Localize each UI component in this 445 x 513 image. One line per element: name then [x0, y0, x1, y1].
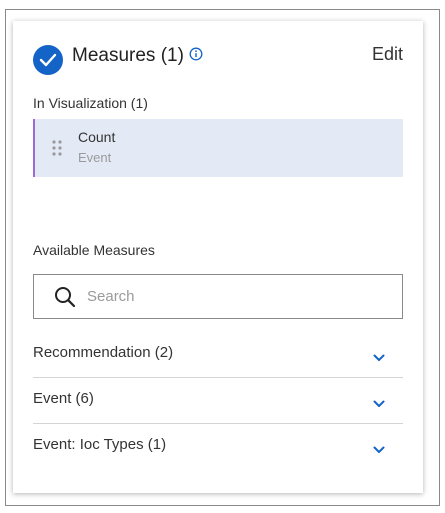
accordion-label: Event: Ioc Types (1)	[33, 436, 167, 453]
search-input[interactable]	[87, 282, 387, 310]
chevron-down-icon[interactable]	[373, 441, 385, 453]
chevron-down-icon[interactable]	[373, 349, 385, 361]
measures-panel: Measures (1) Edit In Visualization (1) C…	[13, 21, 423, 493]
accordion-event[interactable]: Event (6)	[33, 378, 403, 424]
in-visualization-label: In Visualization (1)	[33, 95, 148, 111]
accordion-event-ioc-types[interactable]: Event: Ioc Types (1)	[33, 424, 403, 470]
available-measures-label: Available Measures	[33, 242, 155, 258]
edit-button[interactable]: Edit	[372, 43, 403, 65]
info-icon[interactable]	[189, 47, 203, 61]
measure-name: Count	[78, 129, 116, 145]
visualization-measure-item[interactable]: Count Event	[33, 119, 403, 177]
measure-source: Event	[78, 150, 112, 165]
accordion-label: Recommendation (2)	[33, 344, 174, 361]
check-circle-icon[interactable]	[33, 45, 63, 75]
accordion-label: Event (6)	[33, 390, 94, 407]
drag-handle-icon[interactable]	[51, 139, 63, 157]
measure-search-box[interactable]	[33, 274, 403, 319]
measures-title: Measures (1)	[72, 45, 184, 66]
accordion-recommendation[interactable]: Recommendation (2)	[33, 332, 403, 378]
search-icon	[54, 286, 76, 308]
chevron-down-icon[interactable]	[373, 395, 385, 407]
